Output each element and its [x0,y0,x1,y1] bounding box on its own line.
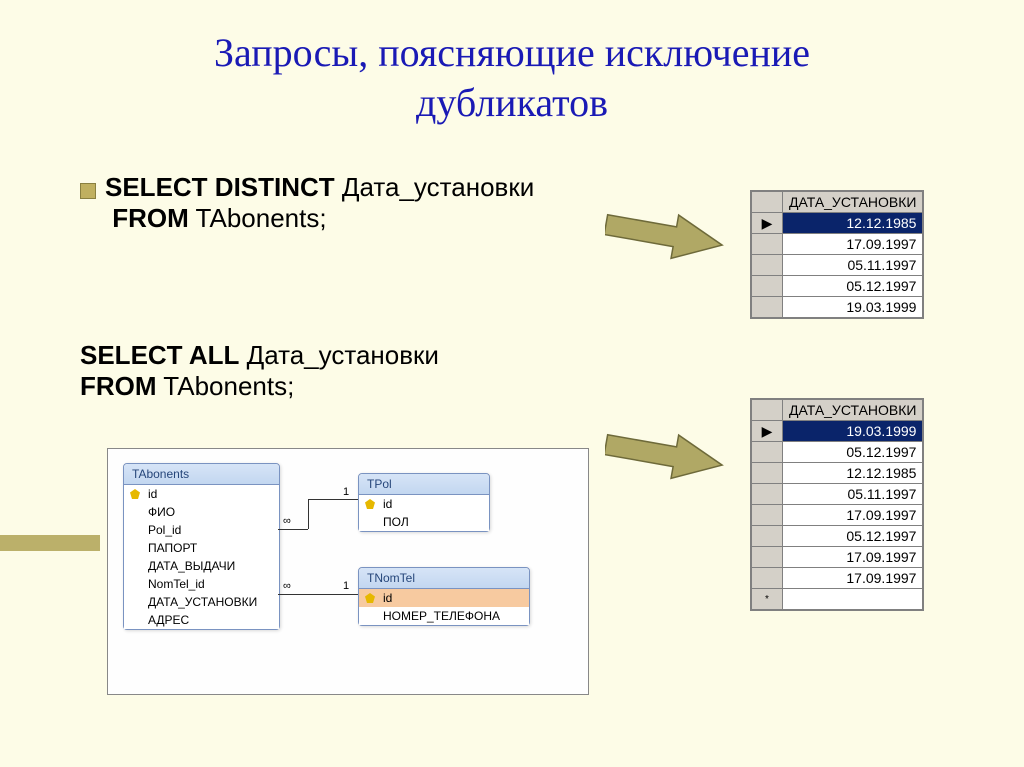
cell: 05.12.1997 [783,442,923,463]
kw-select-all: SELECT ALL [80,340,239,370]
tbl-name-2: TAbonents; [157,371,295,401]
title-line2: дубликатов [416,80,608,125]
tbl-name-1: TAbonents; [189,203,327,233]
rowhead [752,484,783,505]
row-pointer-icon: ▶ [752,421,783,442]
rowhead [752,463,783,484]
decor-stripe [0,535,100,551]
rel-card-one: 1 [343,486,349,498]
table-title: TAbonents [124,464,279,485]
kw-select-distinct: SELECT DISTINCT [105,172,335,202]
table-box-tpol: TPol id ПОЛ [358,473,490,532]
cell-empty [783,589,923,610]
rel-line [308,594,358,595]
field: ПАПОРТ [124,539,279,557]
result-grid-all: ДАТА_УСТАНОВКИ ▶19.03.1999 05.12.1997 12… [750,398,924,611]
table-title: TPol [359,474,489,495]
rel-line [278,529,308,530]
rowhead [752,505,783,526]
rowhead [752,297,783,318]
cell: 17.09.1997 [783,568,923,589]
field: НОМЕР_ТЕЛЕФОНА [359,607,529,625]
kw-from-2: FROM [80,371,157,401]
sql-query-all: SELECT ALL Дата_установки FROM TAbonents… [80,340,439,402]
field: АДРЕС [124,611,279,629]
row-pointer-icon: ▶ [752,213,783,234]
cell: 12.12.1985 [783,463,923,484]
cell: 05.11.1997 [783,484,923,505]
field: ДАТА_УСТАНОВКИ [124,593,279,611]
col-name-2: Дата_установки [239,340,439,370]
cell: 05.12.1997 [783,276,923,297]
field: ДАТА_ВЫДАЧИ [124,557,279,575]
rowhead [752,234,783,255]
cell: 17.09.1997 [783,547,923,568]
rel-card-inf: ∞ [283,515,291,527]
table-title: TNomTel [359,568,529,589]
cell: 17.09.1997 [783,234,923,255]
cell: 05.11.1997 [783,255,923,276]
slide-title: Запросы, поясняющие исключение дубликато… [0,0,1024,128]
table-box-tnomtel: TNomTel id НОМЕР_ТЕЛЕФОНА [358,567,530,626]
col-header: ДАТА_УСТАНОВКИ [783,400,923,421]
rowhead [752,255,783,276]
cell: 19.03.1999 [783,421,923,442]
field: Pol_id [124,521,279,539]
rowhead [752,276,783,297]
rel-card-inf: ∞ [283,580,291,592]
arrow-icon [605,430,725,480]
col-name-1: Дата_установки [335,172,535,202]
rowhead [752,442,783,463]
result-grid-distinct: ДАТА_УСТАНОВКИ ▶12.12.1985 17.09.1997 05… [750,190,924,319]
field-id: id [124,485,279,503]
arrow-icon [605,210,725,260]
rel-line [308,499,309,529]
rowhead [752,526,783,547]
cell: 17.09.1997 [783,505,923,526]
field-id: id [359,495,489,513]
table-box-tabonents: TAbonents id ФИО Pol_id ПАПОРТ ДАТА_ВЫДА… [123,463,280,630]
title-line1: Запросы, поясняющие исключение [214,30,810,75]
rowhead-corner [752,400,783,421]
rel-line [278,594,308,595]
new-row-icon: * [752,589,783,610]
cell: 19.03.1999 [783,297,923,318]
cell: 12.12.1985 [783,213,923,234]
col-header: ДАТА_УСТАНОВКИ [783,192,923,213]
kw-from-1: FROM [112,203,189,233]
relationship-diagram: TAbonents id ФИО Pol_id ПАПОРТ ДАТА_ВЫДА… [107,448,589,695]
rel-card-one: 1 [343,580,349,592]
field: NomTel_id [124,575,279,593]
field: ФИО [124,503,279,521]
field-id: id [359,589,529,607]
rowhead-corner [752,192,783,213]
sql-query-distinct: SELECT DISTINCT Дата_установки FROM TAbo… [105,172,534,234]
bullet-icon [80,183,96,199]
rowhead [752,568,783,589]
rowhead [752,547,783,568]
cell: 05.12.1997 [783,526,923,547]
field: ПОЛ [359,513,489,531]
rel-line [308,499,358,500]
